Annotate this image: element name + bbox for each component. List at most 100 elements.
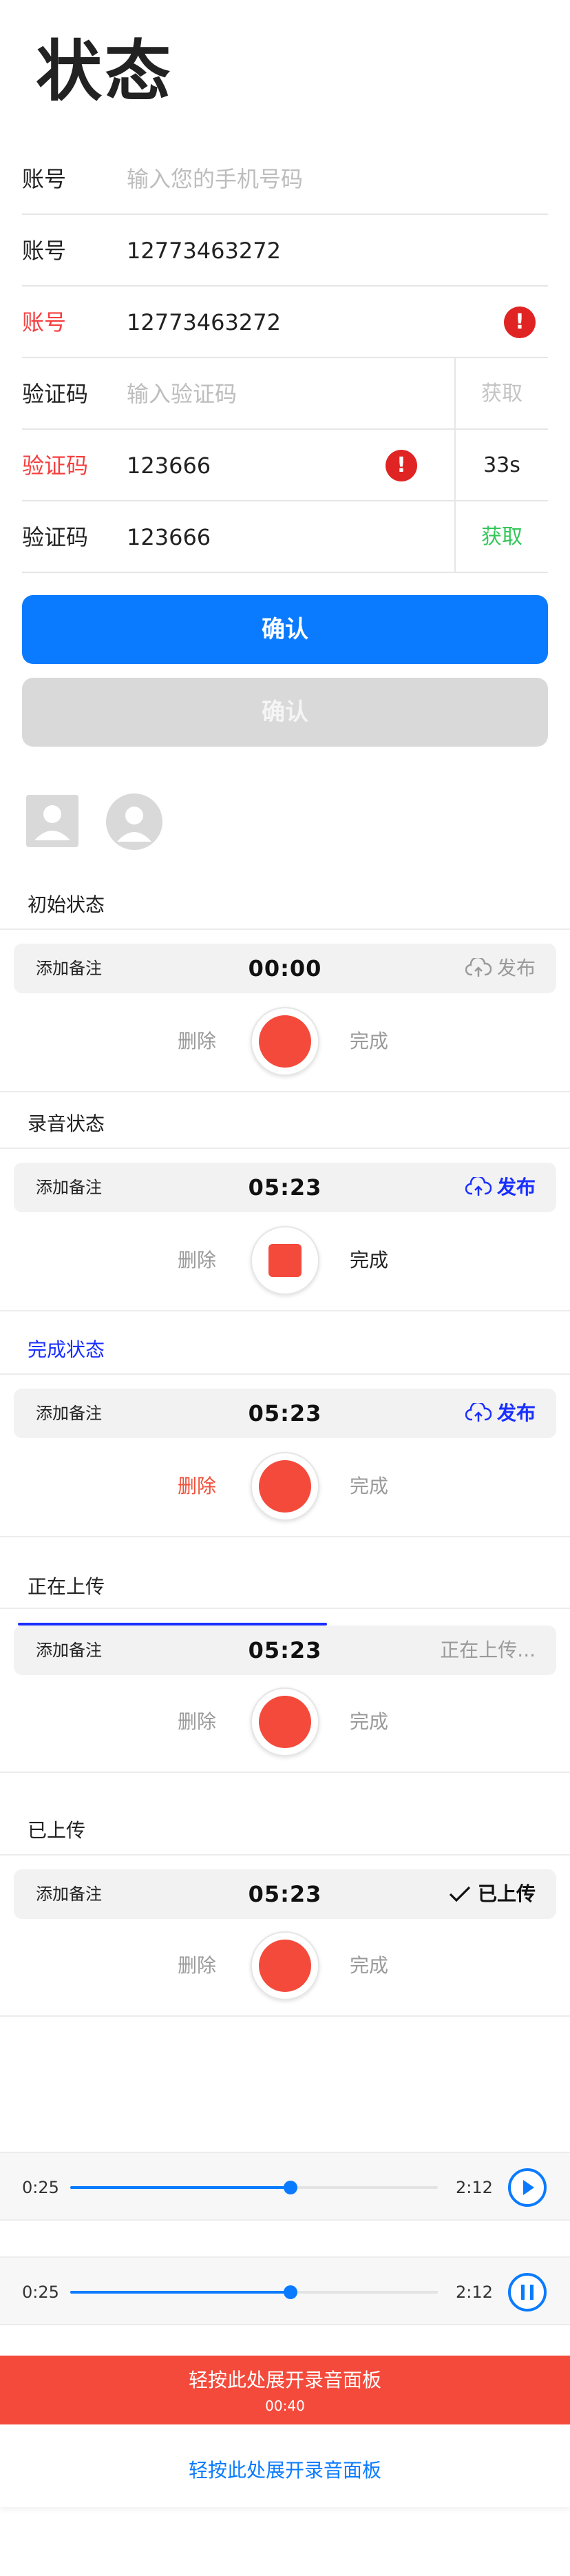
account-label: 账号: [22, 238, 67, 264]
confirm-button-disabled[interactable]: 确认: [22, 678, 548, 747]
account-label: 账号: [22, 166, 67, 192]
section-title-recording: 录音状态: [28, 1112, 105, 1135]
account-input[interactable]: 输入您的手机号码: [127, 143, 303, 215]
seek-fill: [70, 2186, 291, 2189]
record-dot-icon: [259, 1696, 311, 1748]
total-time: 2:12: [456, 2283, 493, 2302]
seek-fill: [70, 2291, 291, 2294]
record-button[interactable]: [251, 1452, 319, 1521]
record-button[interactable]: [251, 1007, 319, 1076]
code-label: 验证码: [22, 381, 89, 407]
account-row-filled[interactable]: 账号 12773463272: [22, 215, 548, 287]
section-title-uploaded: 已上传: [28, 1819, 86, 1842]
divider: [0, 1536, 570, 1537]
current-time: 0:25: [22, 2283, 59, 2302]
code-input[interactable]: 输入验证码: [127, 358, 237, 430]
delete-button-disabled[interactable]: 删除: [178, 1247, 216, 1274]
play-icon: [523, 2180, 534, 2195]
publish-button[interactable]: 发布: [465, 1389, 536, 1438]
record-button[interactable]: [251, 1687, 319, 1756]
delete-button-disabled[interactable]: 删除: [178, 1708, 216, 1736]
seek-handle[interactable]: [284, 2181, 298, 2194]
delete-button[interactable]: 删除: [178, 1473, 216, 1500]
divider: [0, 1310, 570, 1311]
done-button-disabled[interactable]: 完成: [350, 1708, 388, 1736]
code-row-error[interactable]: 验证码 123666 ! 33s: [22, 430, 548, 501]
countdown-label: 33s: [483, 453, 520, 477]
audio-player: 0:25 2:12: [0, 2256, 570, 2325]
play-button[interactable]: [508, 2168, 547, 2207]
account-input[interactable]: 12773463272: [127, 215, 281, 287]
account-row-error[interactable]: 账号 12773463272 !: [22, 287, 548, 358]
exclamation-circle-icon: !: [504, 307, 536, 338]
person-square-icon: [26, 795, 78, 847]
done-button-disabled[interactable]: 完成: [350, 1473, 388, 1500]
code-label-error: 验证码: [22, 453, 89, 479]
delete-button-disabled[interactable]: 删除: [178, 1952, 216, 1980]
code-input[interactable]: 123666: [127, 501, 211, 573]
record-button[interactable]: [251, 1931, 319, 2000]
code-label: 验证码: [22, 524, 89, 550]
code-row[interactable]: 验证码 输入验证码 获取: [22, 358, 548, 430]
record-dot-icon: [259, 1460, 311, 1513]
current-time: 0:25: [22, 2178, 59, 2197]
get-code-button-disabled[interactable]: 获取: [456, 358, 548, 430]
delete-button-disabled[interactable]: 删除: [178, 1028, 216, 1055]
divider: [0, 1854, 570, 1856]
divider: [0, 1772, 570, 1773]
record-dot-icon: [259, 1015, 311, 1068]
confirm-button[interactable]: 确认: [22, 595, 548, 664]
recorder-bar: 添加备注 00:00 发布: [14, 944, 556, 993]
recorder-bar: 添加备注 05:23 正在上传...: [14, 1625, 556, 1675]
publish-button-disabled[interactable]: 发布: [465, 944, 536, 993]
check-icon: [449, 1886, 471, 1902]
account-row[interactable]: 账号 输入您的手机号码: [22, 143, 548, 215]
stop-button[interactable]: [251, 1226, 319, 1295]
code-row-active[interactable]: 验证码 123666 获取: [22, 501, 548, 573]
publish-button[interactable]: 发布: [465, 1163, 536, 1212]
done-button-disabled[interactable]: 完成: [350, 1952, 388, 1980]
exclamation-circle-icon: !: [386, 450, 417, 481]
divider: [0, 928, 570, 930]
pause-icon: [521, 2285, 534, 2300]
publish-label: 发布: [496, 957, 536, 979]
recorder-bar: 添加备注 05:23 发布: [14, 1389, 556, 1438]
seek-track[interactable]: [70, 2285, 438, 2299]
done-button-disabled[interactable]: 完成: [350, 1028, 388, 1055]
total-time: 2:12: [456, 2178, 493, 2197]
recorder-bar: 添加备注 05:23 已上传: [14, 1869, 556, 1919]
seek-track[interactable]: [70, 2181, 438, 2194]
recorder-bar: 添加备注 05:23 发布: [14, 1163, 556, 1212]
expand-panel-label: 轻按此处展开录音面板: [188, 2369, 381, 2391]
expand-panel-button[interactable]: 轻按此处展开录音面板: [0, 2434, 570, 2507]
divider: [0, 1091, 570, 1092]
get-code-button[interactable]: 获取: [456, 501, 548, 573]
divider: [0, 1608, 570, 1609]
uploaded-status: 已上传: [447, 1869, 536, 1919]
code-input[interactable]: 123666: [127, 430, 211, 501]
divider: [0, 2015, 570, 2017]
uploaded-label: 已上传: [477, 1882, 536, 1905]
expand-panel-time: 00:40: [265, 2398, 305, 2414]
done-button[interactable]: 完成: [350, 1247, 388, 1274]
divider: [0, 1373, 570, 1375]
audio-player: 0:25 2:12: [0, 2152, 570, 2221]
cloud-upload-icon: [465, 1403, 492, 1422]
seek-handle[interactable]: [284, 2285, 298, 2299]
pause-button[interactable]: [508, 2273, 547, 2312]
page-title: 状态: [36, 33, 173, 110]
divider: [0, 1147, 570, 1149]
account-label-error: 账号: [22, 309, 67, 335]
section-title-complete: 完成状态: [28, 1338, 105, 1361]
account-input[interactable]: 12773463272: [127, 287, 281, 358]
section-title-uploading: 正在上传: [28, 1575, 105, 1598]
uploading-status: 正在上传...: [440, 1639, 536, 1661]
expand-panel-recording[interactable]: 轻按此处展开录音面板 00:40: [0, 2356, 570, 2424]
record-dot-icon: [259, 1940, 311, 1992]
publish-label: 发布: [496, 1176, 536, 1198]
person-circle-icon: [106, 793, 162, 850]
stop-square-icon: [268, 1244, 302, 1277]
publish-label: 发布: [496, 1402, 536, 1424]
cloud-upload-icon: [465, 958, 492, 977]
section-title-initial: 初始状态: [28, 893, 105, 916]
